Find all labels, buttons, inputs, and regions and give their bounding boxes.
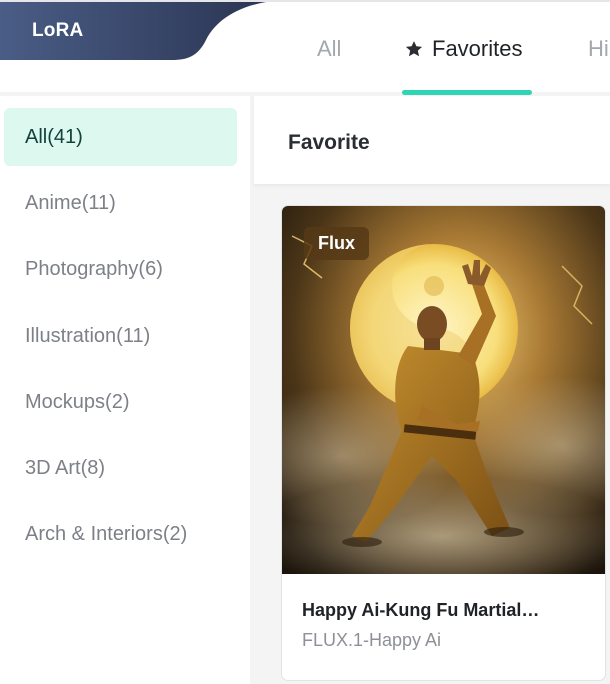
- tab-favorites-label: Favorites: [432, 36, 523, 61]
- sidebar-item-label: Illustration(11): [25, 325, 151, 347]
- sidebar-item-photography[interactable]: Photography(6): [4, 240, 237, 298]
- sidebar-item-anime[interactable]: Anime(11): [4, 174, 237, 232]
- lora-label: LoRA: [32, 20, 84, 41]
- tab-all-label: All: [317, 36, 342, 61]
- app-root: LoRA All Favorites Hi All(41) Anime(11) …: [0, 0, 610, 684]
- sidebar-item-label: All(41): [25, 126, 83, 148]
- card-subtitle: FLUX.1-Happy Ai: [302, 630, 442, 650]
- sidebar-item-label: 3D Art(8): [25, 457, 106, 479]
- category-sidebar: All(41) Anime(11) Photography(6) Illustr…: [0, 96, 250, 684]
- sidebar-item-3d-art[interactable]: 3D Art(8): [4, 439, 237, 497]
- sidebar-item-all[interactable]: All(41): [4, 108, 237, 166]
- sidebar-item-label: Mockups(2): [25, 391, 130, 413]
- sidebar-item-label: Anime(11): [25, 192, 116, 214]
- sidebar-item-label: Photography(6): [25, 258, 163, 280]
- lora-tab[interactable]: LoRA: [0, 2, 268, 62]
- tab-all[interactable]: All: [317, 36, 341, 62]
- page-title: Favorite: [288, 131, 370, 154]
- model-card[interactable]: Flux Happy Ai-Kung Fu Martial… FLUX.1-Ha…: [281, 205, 606, 681]
- kung-fu-martial-artist-image: [282, 206, 605, 574]
- sidebar-item-mockups[interactable]: Mockups(2): [4, 373, 237, 431]
- sidebar-item-arch-interiors[interactable]: Arch & Interiors(2): [4, 505, 237, 563]
- tab-history-label: Hi: [588, 36, 609, 61]
- top-header: LoRA All Favorites Hi: [0, 0, 610, 95]
- active-tab-indicator: [402, 90, 532, 95]
- model-type-badge: Flux: [304, 227, 370, 260]
- tab-favorites[interactable]: Favorites: [404, 36, 522, 62]
- card-title: Happy Ai-Kung Fu Martial…: [302, 600, 540, 620]
- sidebar-item-illustration[interactable]: Illustration(11): [4, 307, 237, 365]
- sidebar-item-label: Arch & Interiors(2): [25, 523, 188, 545]
- star-icon: [405, 41, 423, 57]
- tab-history[interactable]: Hi: [588, 36, 609, 62]
- main-header: Favorite: [254, 96, 610, 184]
